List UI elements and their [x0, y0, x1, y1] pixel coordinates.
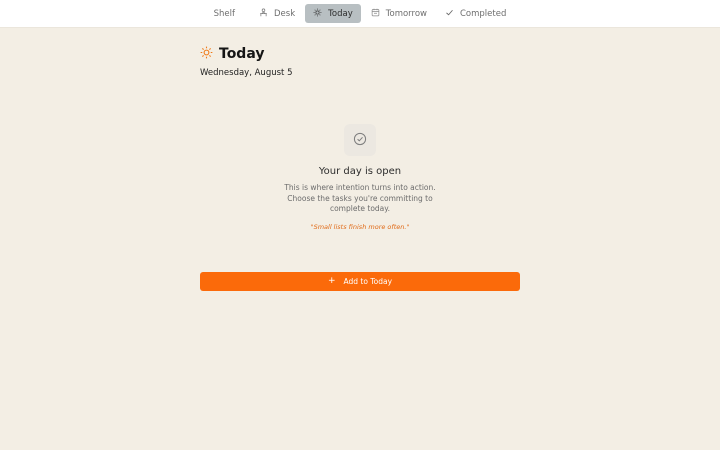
tab-shelf-label: Shelf [213, 8, 236, 19]
empty-state-quote: "Small lists finish more often." [310, 222, 410, 231]
empty-state-title: Your day is open [318, 166, 402, 177]
page-title: Today [219, 45, 265, 62]
calendar-icon [371, 8, 380, 20]
tab-today-label: Today [328, 8, 353, 19]
tab-today[interactable]: Today [305, 4, 361, 23]
tab-tomorrow[interactable]: Tomorrow [363, 4, 435, 23]
tab-desk[interactable]: Desk [251, 4, 303, 23]
desk-icon [259, 8, 268, 20]
page-date: Wednesday, August 5 [200, 68, 293, 78]
empty-state: Your day is open This is where intention… [270, 124, 450, 231]
title-row: Today [200, 44, 292, 63]
tab-completed[interactable]: Completed [437, 4, 514, 23]
tab-completed-label: Completed [459, 8, 507, 19]
plus-icon: + [327, 276, 336, 286]
top-nav: Shelf Desk Today Tomorrow Completed [0, 0, 720, 28]
tab-shelf[interactable]: Shelf [206, 4, 243, 23]
add-to-today-label: Add to Today [343, 277, 393, 286]
check-circle-icon [353, 131, 367, 150]
tab-tomorrow-label: Tomorrow [385, 8, 427, 19]
sun-icon [313, 8, 322, 20]
add-to-today-button[interactable]: + Add to Today [200, 272, 520, 291]
check-icon [445, 8, 454, 20]
empty-state-body: This is where intention turns into actio… [284, 183, 436, 213]
empty-state-icon-box [344, 124, 376, 156]
sun-icon [200, 44, 213, 63]
tab-desk-label: Desk [274, 8, 296, 19]
page-header: Today Wednesday, August 5 [200, 44, 293, 79]
